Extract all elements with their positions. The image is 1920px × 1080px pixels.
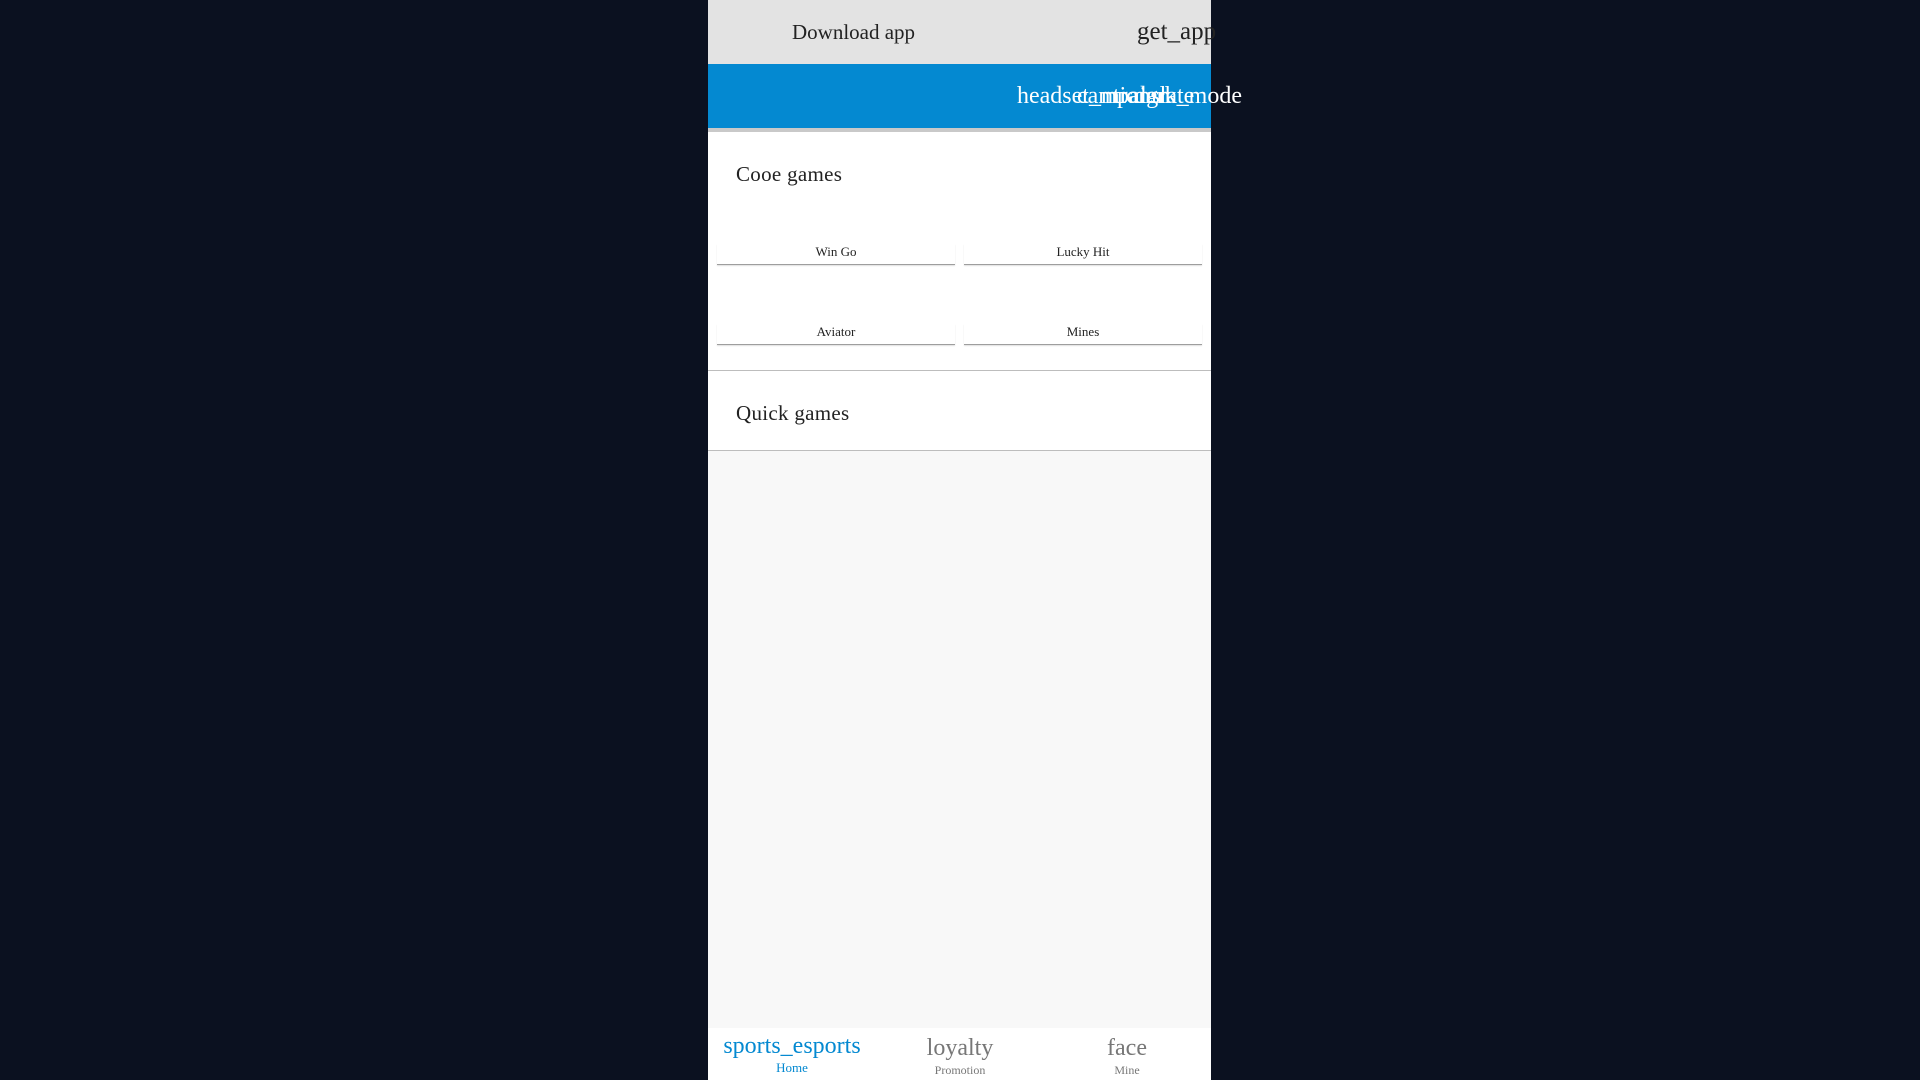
sports-esports-icon: sports_esports: [723, 1033, 861, 1059]
quick-games-title: Quick games: [736, 401, 850, 425]
header-bar: headset_mic campaign translate dark_mode: [708, 64, 1242, 128]
game-card-mines[interactable]: Mines: [964, 324, 1202, 345]
nav-promotion-label: Promotion: [934, 1063, 986, 1077]
nav-mine-label: Mine: [1114, 1063, 1140, 1077]
game-card-win-go[interactable]: Win Go: [717, 244, 955, 265]
nav-home-label: Home: [776, 1060, 808, 1075]
game-label: Win Go: [815, 244, 857, 259]
download-app-bar[interactable]: Download app get_app: [708, 0, 1216, 64]
nav-mine[interactable]: face Mine: [1043, 1028, 1211, 1080]
quick-games-section: Quick games: [708, 371, 1211, 451]
game-card-aviator[interactable]: Aviator: [717, 324, 955, 345]
nav-promotion[interactable]: loyalty Promotion: [876, 1028, 1044, 1080]
nav-home[interactable]: sports_esports Home: [708, 1028, 876, 1080]
original-games-section: Cooe games Win Go Lucky Hit Aviator Mine…: [708, 132, 1211, 371]
original-games-title: Cooe games: [736, 162, 843, 186]
bottom-navigation: sports_esports Home loyalty Promotion fa…: [708, 1028, 1211, 1080]
get-app-icon[interactable]: get_app: [1137, 18, 1216, 46]
dark-mode-icon[interactable]: dark_mode: [1134, 83, 1242, 110]
app-frame: Download app get_app headset_mic campaig…: [708, 0, 1242, 1080]
loyalty-icon: loyalty: [926, 1035, 994, 1061]
game-label: Mines: [1066, 324, 1100, 339]
game-label: Lucky Hit: [1056, 244, 1110, 259]
header-icons: headset_mic campaign translate dark_mode: [1017, 83, 1257, 113]
game-card-lucky-hit[interactable]: Lucky Hit: [964, 244, 1202, 265]
game-label: Aviator: [816, 324, 856, 339]
face-icon: face: [1107, 1035, 1147, 1061]
download-app-label[interactable]: Download app: [792, 20, 915, 45]
